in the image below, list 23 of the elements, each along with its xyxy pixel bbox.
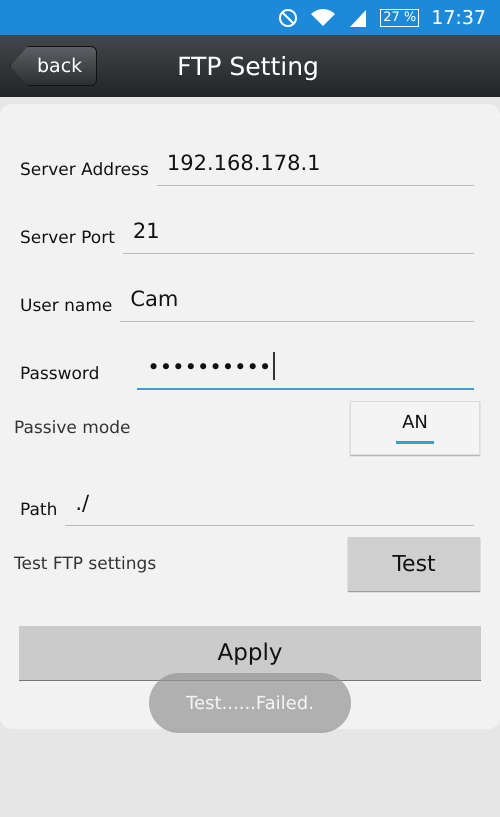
signal-icon [348,8,368,28]
field-label: Path [20,500,58,522]
apply-button[interactable]: Apply [19,626,481,681]
screen-title: FTP Setting [177,52,319,80]
setting-label: Passive mode [14,418,130,438]
field-label: Server Address [20,160,149,182]
toggle-button[interactable]: AN [350,401,480,455]
back-button[interactable]: back [10,46,98,86]
wifi-icon [310,8,336,28]
clock: 17:37 [431,6,486,28]
blocked-icon [278,8,298,28]
field-label: Server Port [20,228,115,250]
setting-label: Test FTP settings [14,554,156,574]
field-label: Password [20,364,100,386]
battery-level: 27 % [380,8,420,26]
toast-message: Test......Failed. [149,673,351,733]
input-field[interactable]: Cam [120,287,474,322]
input-field[interactable]: 21 [122,219,474,254]
input-field[interactable]: •••••••••• [137,352,474,390]
test-button[interactable]: Test [348,537,480,591]
input-field[interactable]: ./ [65,491,474,526]
field-label: User name [20,296,112,318]
input-field[interactable]: 192.168.178.1 [156,151,474,186]
